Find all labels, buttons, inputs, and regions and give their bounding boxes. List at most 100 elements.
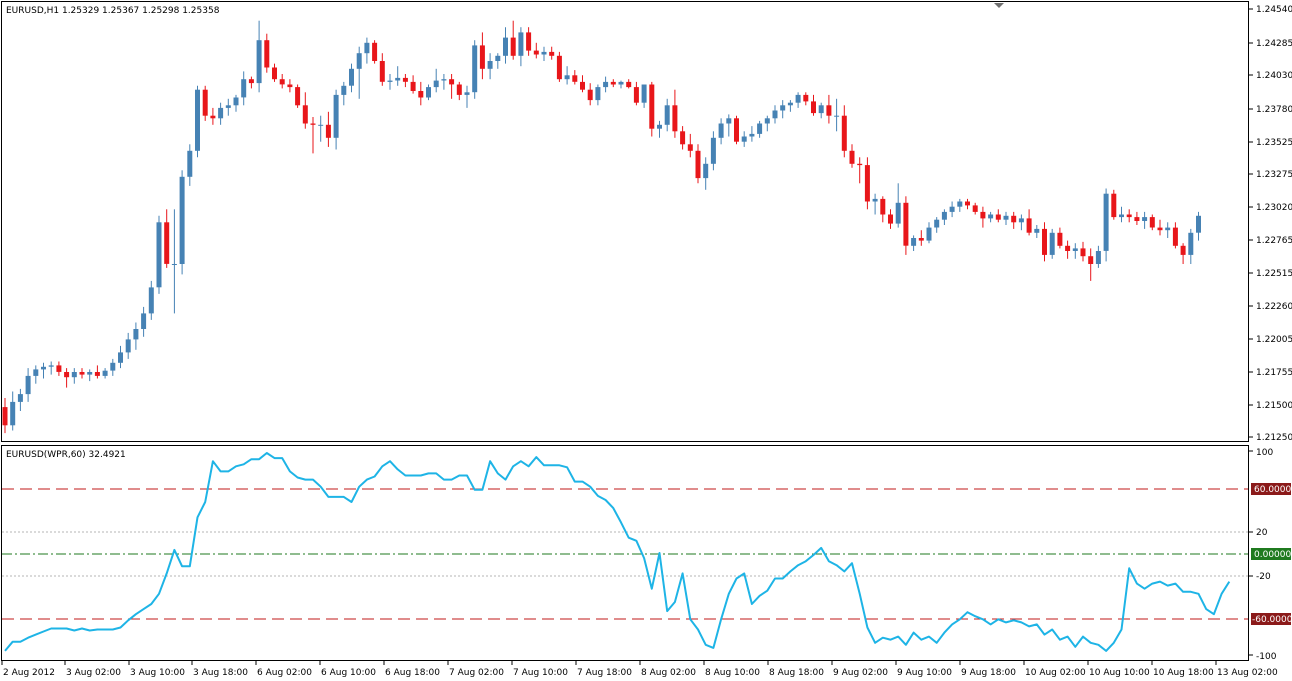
candle-body bbox=[156, 222, 162, 288]
candle-body bbox=[941, 211, 947, 220]
level-tag-0-text: 0.00000 bbox=[1254, 550, 1291, 560]
candle-body bbox=[834, 115, 840, 117]
candle-body bbox=[17, 394, 23, 402]
candle-body bbox=[94, 372, 100, 376]
candle-body bbox=[256, 40, 262, 84]
candle-body bbox=[549, 51, 555, 56]
candle bbox=[195, 85, 200, 158]
candle-body bbox=[1049, 232, 1055, 255]
candle-body bbox=[464, 92, 470, 95]
indicator-tick: 100 bbox=[1256, 448, 1273, 458]
candle-body bbox=[341, 85, 347, 95]
candle-body bbox=[287, 84, 293, 88]
candle-body bbox=[41, 366, 46, 370]
candle-body bbox=[826, 105, 832, 116]
candle-body bbox=[556, 55, 562, 80]
candle-body bbox=[618, 81, 624, 85]
candle-body bbox=[1080, 248, 1086, 257]
candle-body bbox=[872, 198, 878, 202]
level-tag-minus60-text: -60.0000 bbox=[1252, 615, 1292, 625]
candle-body bbox=[1188, 232, 1194, 255]
price-tick: 1.21755 bbox=[1256, 368, 1292, 378]
candle-body bbox=[179, 176, 185, 264]
candle-body bbox=[1095, 251, 1101, 264]
candle-body bbox=[533, 50, 539, 55]
indicator-panel-frame bbox=[1, 445, 1249, 661]
candle-body bbox=[957, 201, 963, 207]
candle-body bbox=[841, 115, 847, 151]
time-tick: 8 Aug 18:00 bbox=[769, 668, 824, 678]
candle-body bbox=[302, 105, 308, 124]
candle-body bbox=[1126, 214, 1132, 218]
candle-body bbox=[349, 68, 354, 86]
candle-body bbox=[864, 165, 870, 202]
candle-body bbox=[102, 370, 108, 376]
time-tick: 6 Aug 18:00 bbox=[385, 668, 440, 678]
candle-body bbox=[325, 124, 331, 138]
candle-body bbox=[757, 123, 763, 134]
time-tick: 10 Aug 02:00 bbox=[1025, 668, 1086, 678]
price-tick: 1.21500 bbox=[1256, 401, 1292, 411]
candle-body bbox=[1196, 215, 1201, 233]
candle-body bbox=[202, 89, 208, 116]
indicator-tick: -100 bbox=[1256, 652, 1277, 662]
candle-body bbox=[965, 201, 970, 206]
price-tick: 1.22765 bbox=[1256, 236, 1292, 246]
candle-body bbox=[141, 313, 147, 329]
candle-body bbox=[479, 45, 485, 69]
candle-body bbox=[1034, 228, 1040, 233]
candle-body bbox=[48, 365, 54, 367]
indicator-tick: 20 bbox=[1256, 528, 1268, 538]
candle-body bbox=[372, 42, 378, 61]
candle-body bbox=[310, 123, 316, 125]
candle-body bbox=[888, 214, 893, 224]
candle-body bbox=[526, 32, 532, 51]
candle-body bbox=[264, 40, 270, 68]
candle-body bbox=[1180, 245, 1186, 255]
trading-chart[interactable]: EURUSD,H1 1.25329 1.25367 1.25298 1.2535… bbox=[0, 0, 1292, 681]
time-tick: 13 Aug 02:00 bbox=[1217, 668, 1278, 678]
candle-body bbox=[934, 219, 940, 228]
candle-body bbox=[988, 214, 994, 219]
candle-body bbox=[772, 110, 778, 119]
candle-body bbox=[279, 79, 285, 85]
candle bbox=[295, 84, 301, 108]
candle-body bbox=[1142, 217, 1148, 221]
candle-body bbox=[903, 202, 909, 246]
price-axis: 1.24540 1.24285 1.24030 1.23780 1.23525 … bbox=[1249, 5, 1292, 443]
candle-body bbox=[125, 339, 131, 353]
candle bbox=[179, 170, 185, 275]
candle bbox=[649, 81, 655, 137]
price-tick: 1.22515 bbox=[1256, 269, 1292, 279]
candle-body bbox=[418, 91, 424, 98]
candle-body bbox=[218, 107, 224, 119]
price-panel-frame bbox=[1, 1, 1249, 442]
candle-body bbox=[1057, 232, 1063, 246]
time-tick: 9 Aug 10:00 bbox=[897, 668, 952, 678]
candle-body bbox=[1134, 217, 1140, 221]
candle-body bbox=[718, 123, 724, 138]
candle bbox=[1049, 228, 1055, 259]
candle-body bbox=[911, 238, 917, 246]
candle-body bbox=[356, 53, 362, 69]
candle-body bbox=[241, 79, 247, 98]
indicator-panel-label: EURUSD(WPR,60) 32.4921 bbox=[6, 450, 126, 460]
level-tag-60-text: 60.0000 bbox=[1254, 485, 1291, 495]
time-tick: 7 Aug 02:00 bbox=[449, 668, 504, 678]
time-tick: 9 Aug 18:00 bbox=[961, 668, 1016, 678]
candle-body bbox=[272, 67, 277, 80]
candle-body bbox=[687, 144, 693, 151]
candle-body bbox=[10, 401, 16, 426]
candle-body bbox=[1157, 227, 1163, 231]
candle-body bbox=[895, 202, 901, 224]
candle-body bbox=[1149, 217, 1155, 228]
candle-body bbox=[495, 55, 501, 61]
candle-body bbox=[171, 264, 177, 265]
indicator-tick: -20 bbox=[1256, 572, 1271, 582]
candle-body bbox=[764, 118, 770, 124]
candle-body bbox=[857, 163, 863, 166]
time-tick: 8 Aug 10:00 bbox=[705, 668, 760, 678]
candle bbox=[556, 51, 562, 82]
candle-body bbox=[233, 97, 239, 106]
indicator-axis: 100 20 -20 -100 60.0000 0.00000 -60.0000 bbox=[1249, 448, 1292, 662]
